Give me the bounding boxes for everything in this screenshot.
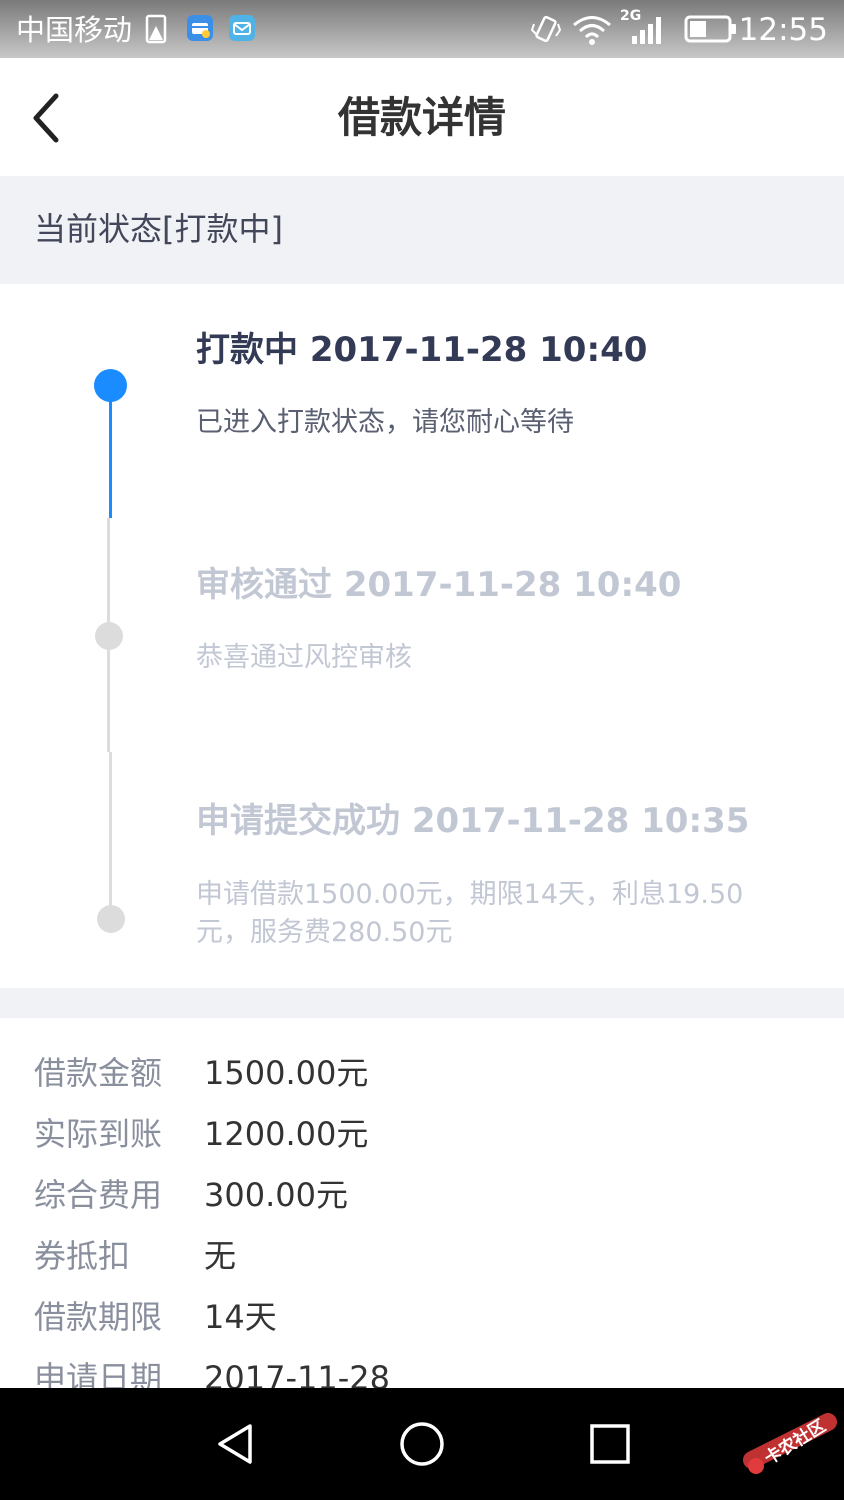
timeline-dot [95,622,123,650]
wifi-icon [572,14,612,50]
home-circle-icon [400,1422,444,1466]
detail-value: 2017-11-28 [204,1359,390,1388]
detail-row: 实际到账 1200.00元 [34,1103,814,1163]
timeline-step-title: 申请提交成功 2017-11-28 10:35 [196,801,750,841]
system-back-button[interactable] [212,1420,260,1468]
detail-label: 实际到账 [34,1115,163,1153]
page-title: 借款详情 [337,93,506,142]
current-status-label: 当前状态[打款中] [34,210,283,248]
signal-icon [628,14,668,50]
detail-value: 无 [204,1237,237,1275]
detail-label: 借款金额 [34,1054,163,1092]
detail-row: 申请日期 2017-11-28 [34,1347,814,1388]
detail-label: 券抵扣 [34,1237,131,1275]
clock-time: 12:55 [738,12,828,48]
system-recents-button[interactable] [586,1420,634,1468]
current-status-section: 当前状态[打款中] [0,176,844,284]
card-app-icon [186,14,214,46]
section-divider [0,988,844,1018]
carrier-label: 中国移动 [16,13,133,47]
timeline-line-active [109,384,112,518]
detail-label: 申请日期 [34,1359,163,1388]
timeline-step-desc: 申请借款1500.00元，期限14天，利息19.50元，服务费280.50元 [196,879,744,948]
timeline-step-title: 审核通过 2017-11-28 10:40 [196,565,682,605]
timeline-line-inactive [109,752,112,918]
timeline-dot-active [94,369,127,402]
system-home-button[interactable] [398,1420,446,1468]
detail-row: 综合费用 300.00元 [34,1164,814,1224]
timeline-step-desc: 恭喜通过风控审核 [196,642,412,673]
detail-label: 综合费用 [34,1176,163,1214]
detail-row: 借款期限 14天 [34,1286,814,1346]
detail-value: 300.00元 [204,1176,348,1214]
detail-row: 券抵扣 无 [34,1225,814,1285]
vibrate-icon [530,14,562,50]
progress-timeline: 打款中 2017-11-28 10:40 已进入打款状态，请您耐心等待 审核通过… [0,284,844,988]
sim-alert-icon [144,14,170,48]
back-triangle-icon [218,1424,252,1464]
message-app-icon [228,14,256,46]
status-bar: 中国移动 2G 12:55 [0,0,844,58]
detail-label: 借款期限 [34,1298,163,1336]
loan-details-list: 借款金额 1500.00元 实际到账 1200.00元 综合费用 300.00元… [0,1018,844,1388]
detail-value: 1200.00元 [204,1115,369,1153]
battery-icon [684,14,738,48]
watermark-logo: 卡农社区 [742,1410,838,1480]
timeline-step-desc: 已进入打款状态，请您耐心等待 [196,407,574,438]
recents-square-icon [590,1424,630,1464]
timeline-step-title: 打款中 2017-11-28 10:40 [196,330,648,370]
detail-row: 借款金额 1500.00元 [34,1042,814,1102]
system-navigation-bar [0,1388,844,1500]
navigation-bar: 借款详情 [0,58,844,176]
detail-value: 14天 [204,1298,277,1336]
timeline-dot [97,905,125,933]
detail-value: 1500.00元 [204,1054,369,1092]
